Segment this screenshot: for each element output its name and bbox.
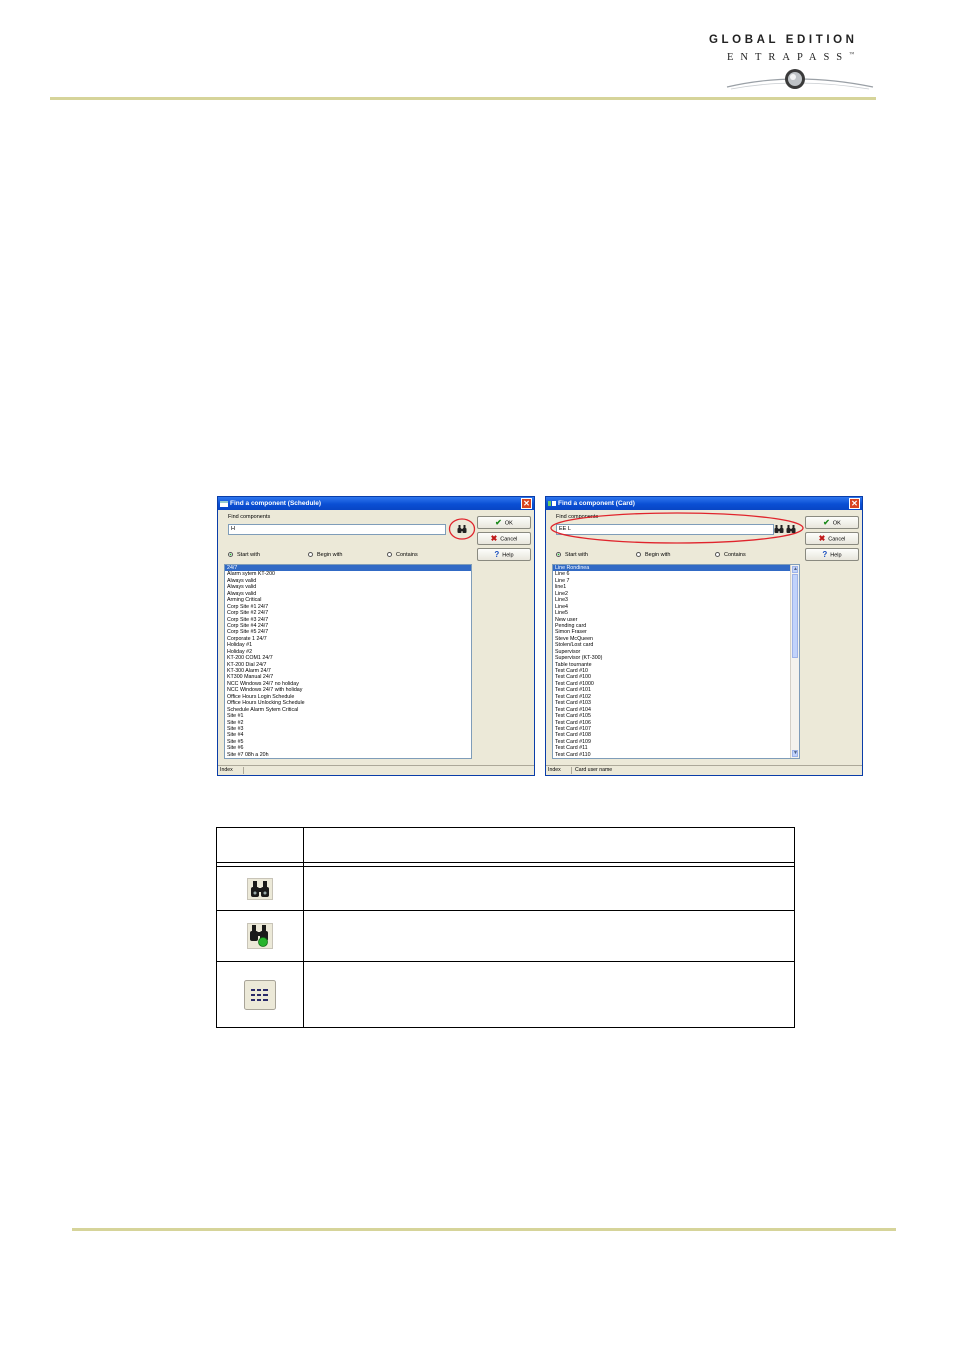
- radio-icon: [308, 552, 313, 558]
- logo-swoosh-icon: [726, 69, 874, 90]
- status-card-user-name: Card user name: [575, 767, 613, 773]
- list-scrollbar[interactable]: ▲ ▼: [790, 565, 799, 758]
- find-components-label: Find components: [228, 514, 271, 520]
- status-bar: Index Card user name: [546, 765, 862, 775]
- search-input[interactable]: H: [228, 524, 446, 535]
- results-list[interactable]: 24/7 Alarm sytem KT-200 Always valid Always…: [224, 564, 472, 759]
- list-item[interactable]: Site #7 08h a 20h: [225, 752, 471, 758]
- highlight-ellipse: [550, 512, 804, 544]
- radio-selected-icon: [556, 552, 561, 558]
- ok-button[interactable]: ✔ OK: [477, 516, 531, 529]
- radio-contains[interactable]: Contains: [387, 552, 418, 559]
- header-rule: [50, 97, 876, 100]
- table-row-divider: [217, 910, 794, 911]
- logo-line1: GLOBAL EDITION: [709, 34, 858, 46]
- radio-start-with[interactable]: Start with: [556, 552, 588, 559]
- table-column-divider: [303, 828, 304, 1027]
- binoculars-icon[interactable]: [457, 525, 467, 533]
- scroll-thumb[interactable]: [792, 574, 798, 658]
- scroll-up-icon[interactable]: ▲: [792, 566, 798, 573]
- table-row: [217, 911, 303, 961]
- cancel-button[interactable]: ✖ Cancel: [477, 532, 531, 545]
- status-separator: [243, 767, 244, 774]
- radio-begin-with[interactable]: Begin with: [308, 552, 342, 559]
- radio-icon: [387, 552, 392, 558]
- binoculars-next-icon: [247, 923, 273, 949]
- radio-selected-icon: [228, 552, 233, 558]
- table-header-rule: [217, 862, 794, 863]
- radio-contains[interactable]: Contains: [715, 552, 746, 559]
- radio-start-with[interactable]: Start with: [228, 552, 260, 559]
- ok-button[interactable]: ✔ OK: [805, 516, 859, 529]
- status-bar: Index: [218, 765, 534, 775]
- results-list[interactable]: ▲ ▼ Line Rondinea Line 6 Line 7 line1 Line2 L…: [552, 564, 800, 759]
- find-component-schedule-dialog: Find a component (Schedule) ✕ Find compo…: [217, 496, 535, 776]
- logo-line2: ENTRAPASS™: [727, 52, 855, 63]
- footer-rule: [72, 1228, 896, 1231]
- help-button[interactable]: ? Help: [805, 548, 859, 561]
- card-window-icon: [548, 501, 556, 506]
- status-index: Index: [220, 767, 233, 773]
- status-index: Index: [548, 767, 561, 773]
- table-row: [217, 962, 303, 1028]
- window-icon: [220, 501, 228, 507]
- table-row: [217, 867, 303, 910]
- binoculars-icon: [247, 877, 273, 900]
- dialog-titlebar[interactable]: Find a component (Card): [546, 497, 862, 510]
- radio-begin-with[interactable]: Begin with: [636, 552, 670, 559]
- dialog-title: Find a component (Schedule): [230, 500, 322, 507]
- binoculars-next-icon[interactable]: [774, 525, 796, 533]
- scroll-down-icon[interactable]: ▼: [792, 750, 798, 757]
- radio-icon: [715, 552, 720, 558]
- table-row-divider: [217, 961, 794, 962]
- radio-icon: [636, 552, 641, 558]
- cancel-button[interactable]: ✖ Cancel: [805, 532, 859, 545]
- entrapass-logo: GLOBAL EDITION ENTRAPASS™: [705, 32, 895, 100]
- icon-table: [216, 827, 795, 1028]
- list-item[interactable]: Test Card #110: [553, 752, 799, 758]
- status-separator: [571, 767, 572, 774]
- help-button[interactable]: ? Help: [477, 548, 531, 561]
- close-button[interactable]: ✕: [849, 498, 860, 509]
- list-view-icon: [244, 980, 276, 1010]
- dialog-title: Find a component (Card): [558, 500, 635, 507]
- dialog-titlebar[interactable]: Find a component (Schedule): [218, 497, 534, 510]
- close-button[interactable]: ✕: [521, 498, 532, 509]
- find-component-card-dialog: Find a component (Card) ✕ Find component…: [545, 496, 863, 776]
- table-header-rule: [217, 866, 794, 867]
